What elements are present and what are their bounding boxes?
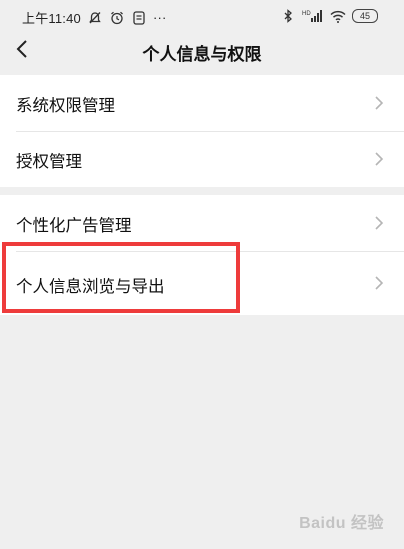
notification-off-icon (87, 10, 103, 26)
battery-icon: 45 (352, 9, 378, 23)
app-notification-icon (131, 10, 147, 26)
status-more: ··· (152, 10, 167, 25)
chevron-right-icon (374, 95, 384, 111)
highlight-annotation (2, 242, 240, 313)
network-type: HD (302, 11, 311, 17)
watermark: Baidu 经验 (299, 515, 384, 532)
list-item-authorization[interactable]: 授权管理 (0, 131, 404, 187)
chevron-right-icon (374, 275, 384, 291)
wifi-icon (330, 8, 346, 24)
signal-icon: HD (302, 8, 324, 24)
status-time: 上午11:40 (22, 11, 81, 26)
alarm-icon (109, 10, 125, 26)
list-item-label: 授权管理 (16, 153, 82, 171)
status-left: 上午11:40 ··· (22, 8, 167, 27)
list-item-system-permissions[interactable]: 系统权限管理 (0, 75, 404, 131)
header: 个人信息与权限 (0, 32, 404, 70)
status-bar: 上午11:40 ··· HD 45 (0, 0, 404, 32)
list-item-label: 系统权限管理 (16, 97, 115, 115)
status-right: HD 45 (280, 8, 378, 24)
bluetooth-icon (280, 8, 296, 24)
chevron-right-icon (374, 215, 384, 231)
chevron-right-icon (374, 151, 384, 167)
list-item-label: 个性化广告管理 (16, 217, 132, 235)
page-title: 个人信息与权限 (142, 45, 262, 64)
settings-group-1: 系统权限管理 授权管理 (0, 75, 404, 187)
